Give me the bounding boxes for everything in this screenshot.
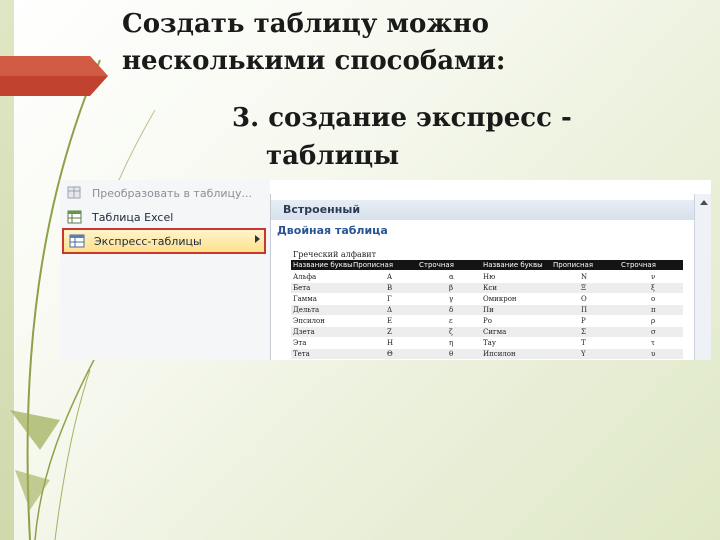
menu-item-quick-tables[interactable]: Экспресс-таблицы: [62, 228, 266, 254]
table-cell: Ρ: [581, 317, 586, 325]
submenu-arrow-icon: [255, 235, 260, 243]
table-cell: ζ: [449, 328, 453, 336]
table-cell: α: [449, 273, 454, 281]
table-cell: ξ: [651, 284, 655, 292]
table-cell: Ню: [483, 273, 496, 281]
table-cell: Тета: [293, 350, 310, 358]
menu-item-label: Преобразовать в таблицу...: [92, 186, 253, 200]
column-header: Строчная: [419, 261, 454, 269]
table-cell: Ο: [581, 295, 587, 303]
menu-item-label: Таблица Excel: [92, 210, 174, 224]
table-cell: Дзета: [293, 328, 315, 336]
table-cell: Β: [387, 284, 393, 292]
table-cell: Δ: [387, 306, 393, 314]
word-screenshot: Преобразовать в таблицу... Таблица Excel…: [60, 180, 711, 360]
table-row: Эпсилон Εε Ро Ρρ: [291, 316, 683, 326]
quick-tables-gallery: Встроенный Двойная таблица Греческий алф…: [270, 194, 711, 360]
table-cell: δ: [449, 306, 454, 314]
table-cell: Η: [387, 339, 394, 347]
table-cell: Эта: [293, 339, 307, 347]
quick-tables-icon: [69, 234, 85, 248]
table-cell: Тау: [483, 339, 496, 347]
table-cell: Пи: [483, 306, 494, 314]
table-row: Альфа Αα Ню Νν: [291, 272, 683, 282]
table-cell: Ζ: [387, 328, 392, 336]
scroll-up-icon[interactable]: [700, 200, 708, 205]
gallery-item-title[interactable]: Двойная таблица: [277, 224, 388, 237]
table-cell: Υ: [581, 350, 586, 358]
convert-table-icon: [67, 186, 81, 199]
table-cell: Сигма: [483, 328, 507, 336]
table-cell: Дельта: [293, 306, 320, 314]
table-cell: ρ: [651, 317, 656, 325]
table-cell: η: [449, 339, 454, 347]
table-row: Бета Ββ Кси Ξξ: [291, 283, 683, 293]
red-arrow-marker: [0, 56, 108, 96]
table-cell: Эпсилон: [293, 317, 325, 325]
table-cell: Ипсилон: [483, 350, 516, 358]
column-header: Строчная: [621, 261, 656, 269]
table-cell: υ: [651, 350, 656, 358]
table-caption: Греческий алфавит: [293, 250, 377, 259]
gallery-scrollbar[interactable]: [694, 194, 711, 360]
table-cell: π: [651, 306, 656, 314]
table-cell: ν: [651, 273, 656, 281]
table-cell: Омикрон: [483, 295, 517, 303]
table-row: Тета Θθ Ипсилон Υυ: [291, 349, 683, 359]
table-cell: Бета: [293, 284, 311, 292]
table-cell: Ξ: [581, 284, 586, 292]
slide-subtitle-line1: 3. создание экспресс -: [232, 103, 572, 133]
table-row: Эта Ηη Тау Ττ: [291, 338, 683, 348]
excel-table-icon: [67, 210, 82, 224]
table-cell: Τ: [581, 339, 586, 347]
table-cell: θ: [449, 350, 454, 358]
table-cell: Θ: [387, 350, 393, 358]
menu-item-convert-to-table[interactable]: Преобразовать в таблицу...: [66, 182, 266, 204]
table-cell: ε: [449, 317, 453, 325]
column-header: Название буквы: [293, 261, 353, 269]
menu-item-excel-table[interactable]: Таблица Excel: [66, 206, 266, 228]
menu-item-label: Экспресс-таблицы: [94, 234, 202, 248]
table-row: Гамма Γγ Омикрон Οο: [291, 294, 683, 304]
table-cell: Альфа: [293, 273, 317, 281]
table-cell: σ: [651, 328, 656, 336]
table-cell: τ: [651, 339, 655, 347]
column-header: Прописная: [353, 261, 394, 269]
table-cell: Π: [581, 306, 588, 314]
table-row: Дельта Δδ Пи Ππ: [291, 305, 683, 315]
table-cell: Ν: [581, 273, 588, 281]
table-header-row: Название буквы Прописная Строчная Назван…: [291, 260, 683, 270]
column-header: Прописная: [553, 261, 594, 269]
table-cell: Гамма: [293, 295, 317, 303]
table-menu: Преобразовать в таблицу... Таблица Excel…: [60, 180, 270, 360]
slide-subtitle-line2: таблицы: [266, 141, 400, 171]
table-cell: Кси: [483, 284, 498, 292]
table-cell: Ε: [387, 317, 393, 325]
table-cell: γ: [449, 295, 454, 303]
table-cell: Σ: [581, 328, 586, 336]
slide-title: Создать таблицу можно несколькими способ…: [122, 9, 506, 76]
table-cell: Α: [387, 273, 393, 281]
table-cell: ο: [651, 295, 656, 303]
gallery-section-header: Встроенный: [271, 200, 694, 220]
table-cell: Γ: [387, 295, 392, 303]
column-header: Название буквы: [483, 261, 543, 269]
table-cell: Ро: [483, 317, 492, 325]
table-cell: β: [449, 284, 454, 292]
table-row: Дзета Ζζ Сигма Σσ: [291, 327, 683, 337]
